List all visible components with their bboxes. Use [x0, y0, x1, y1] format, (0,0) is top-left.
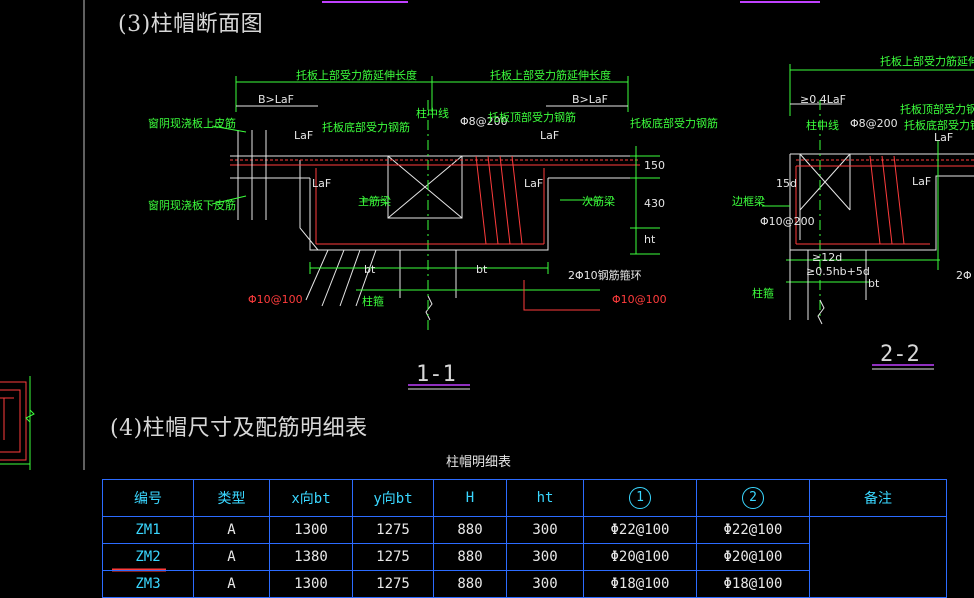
label-2-2-laf-2: LaF [912, 175, 932, 188]
cell-type: A [193, 516, 270, 544]
label-2-2-top-anchor: 托板上部受力筋延伸长度 [880, 55, 974, 68]
header-h: H [433, 479, 507, 517]
label-center-line: 柱中线 [416, 107, 449, 120]
cell-h: 880 [433, 570, 507, 598]
header-x-bt: x向bt [269, 479, 353, 517]
label-dim-150: 150 [644, 159, 665, 172]
cell-bar-1: Φ22@100 [583, 516, 697, 544]
label-column: 柱箍 [362, 295, 384, 308]
label-bt-1: bt [364, 263, 376, 276]
label-2-2-laf-1: LaF [934, 131, 954, 144]
label-sub-beam: 次筋梁 [582, 195, 615, 208]
label-bt-2: bt [476, 263, 488, 276]
header-code: 编号 [102, 479, 194, 517]
label-2-2-dim-12d: ≥12d [812, 251, 843, 264]
cell-bar-2: Φ18@100 [696, 570, 810, 598]
label-bottom-bar-right: 托板底部受力钢筋 [630, 117, 718, 130]
cell-remark [809, 516, 947, 598]
label-2-2-ring-bar: 2Φ [956, 269, 972, 282]
section-4-title: (4)柱帽尺寸及配筋明细表 [110, 416, 368, 441]
cell-x-bt: 1300 [269, 570, 353, 598]
label-b-laf-right: B>LaF [572, 93, 608, 106]
left-edge-detail [0, 381, 27, 461]
label-2-2-dim-05hb: ≥0.5hb+5d [806, 265, 870, 278]
cell-h: 880 [433, 516, 507, 544]
label-top-anchor-right: 托板上部受力筋延伸长度 [490, 69, 611, 82]
circled-1: 1 [629, 487, 651, 509]
section-2-2-label: 2-2 [880, 342, 920, 367]
label-2-2-center-line: 柱中线 [806, 119, 839, 132]
cell-bar-1: Φ18@100 [583, 570, 697, 598]
label-2-2-top-bar: 托板顶部受力钢筋 [900, 103, 974, 116]
label-dim-ht: ht [644, 233, 656, 246]
label-2-2-dim-15d: 15d [776, 177, 797, 190]
label-2-2-column: 柱箍 [752, 287, 774, 300]
cell-bar-2: Φ20@100 [696, 543, 810, 571]
cell-ht: 300 [506, 516, 584, 544]
section-3-title: (3)柱帽断面图 [118, 12, 264, 37]
label-laf-1: LaF [294, 129, 314, 142]
table-caption: 柱帽明细表 [446, 455, 512, 470]
header-remark: 备注 [809, 479, 947, 517]
label-top-anchor-left: 托板上部受力筋延伸长度 [296, 69, 417, 82]
cell-y-bt: 1275 [352, 516, 434, 544]
header-bar-2: 2 [696, 479, 810, 517]
label-main-beam: 主筋梁 [358, 195, 391, 208]
label-bottom-bar-left: 托板底部受力钢筋 [322, 121, 410, 134]
label-laf-3: LaF [540, 129, 560, 142]
section-1-1-label: 1-1 [416, 362, 456, 387]
header-type: 类型 [193, 479, 270, 517]
label-top-bar-mid: 托板顶部受力钢筋 [488, 111, 576, 124]
label-dim-430: 430 [644, 197, 665, 210]
cell-y-bt: 1275 [352, 543, 434, 571]
cell-code: ZM3 [102, 570, 194, 598]
header-y-bt: y向bt [352, 479, 434, 517]
circled-2: 2 [742, 487, 764, 509]
label-2-2-edge-beam: 边框梁 [732, 195, 765, 208]
header-ht: ht [506, 479, 584, 517]
header-bar-1: 1 [583, 479, 697, 517]
label-col-stirrup-left: Φ10@100 [248, 293, 303, 306]
cell-x-bt: 1380 [269, 543, 353, 571]
label-laf-2: LaF [312, 177, 332, 190]
label-2-2-bottom-bar: 托板底部受力钢筋 [904, 119, 974, 132]
label-2-2-stirrup-top: Φ8@200 [850, 117, 898, 130]
cell-y-bt: 1275 [352, 570, 434, 598]
label-slab-bottom-bar: 窗阴现浇板下皮筋 [148, 199, 236, 212]
label-col-stirrup-right: Φ10@100 [612, 293, 667, 306]
label-laf-4: LaF [524, 177, 544, 190]
table-header-row: 编号 类型 x向bt y向bt H ht 1 2 备注 [102, 479, 947, 517]
label-2-2-laf-04: ≥0.4LaF [800, 93, 846, 106]
cell-ht: 300 [506, 570, 584, 598]
cell-type: A [193, 543, 270, 571]
cell-code: ZM2 [102, 543, 194, 571]
cell-ht: 300 [506, 543, 584, 571]
cell-bar-2: Φ22@100 [696, 516, 810, 544]
cap-schedule-table: 编号 类型 x向bt y向bt H ht 1 2 备注 ZM1 A 1300 1… [102, 479, 947, 598]
label-2-2-bt: bt [868, 277, 880, 290]
cell-x-bt: 1300 [269, 516, 353, 544]
label-slab-top-bar: 窗阴现浇板上皮筋 [148, 117, 236, 130]
label-2-2-stirrup: Φ10@200 [760, 215, 815, 228]
label-b-laf-left: B>LaF [258, 93, 294, 106]
table-row[interactable]: ZM1 A 1300 1275 880 300 Φ22@100 Φ22@100 [102, 516, 947, 598]
cell-code: ZM1 [102, 516, 194, 544]
cell-type: A [193, 570, 270, 598]
cell-h: 880 [433, 543, 507, 571]
label-ring-bar: 2Φ10钢筋箍环 [568, 269, 642, 282]
cell-bar-1: Φ20@100 [583, 543, 697, 571]
